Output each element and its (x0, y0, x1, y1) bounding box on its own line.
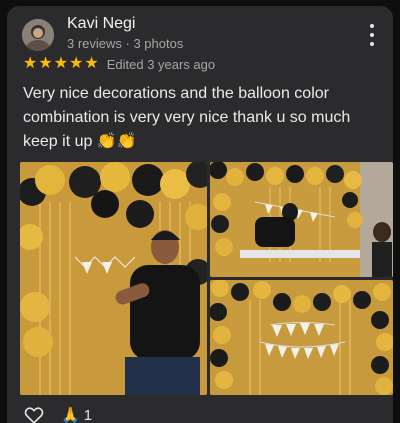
reaction-count: 1 (83, 406, 93, 423)
review-body: Very nice decorations and the balloon co… (23, 85, 351, 150)
review-photo-1[interactable] (20, 162, 207, 395)
review-photo-3[interactable] (210, 280, 393, 395)
review-photo-2[interactable] (210, 162, 393, 277)
review-photos (20, 162, 393, 395)
reviewer-meta: 3 reviews · 3 photos (67, 36, 184, 51)
star-rating: ★ ★ ★ ★ ★ (23, 56, 100, 72)
star-icon: ★ (84, 55, 99, 72)
reviewer-name[interactable]: Kavi Negi (67, 15, 135, 33)
review-text: Very nice decorations and the balloon co… (23, 82, 383, 154)
reaction-summary[interactable]: 🙏 1 (61, 406, 92, 423)
star-icon: ★ (69, 55, 84, 72)
heart-outline-icon[interactable] (23, 404, 45, 423)
more-options-icon[interactable] (367, 24, 377, 46)
star-icon: ★ (53, 55, 69, 72)
rating-row: ★ ★ ★ ★ ★ Edited 3 years ago (23, 54, 215, 74)
reviewer-avatar[interactable] (22, 19, 54, 51)
review-actions: 🙏 1 (23, 403, 92, 423)
clap-emoji: 👏👏 (96, 133, 137, 150)
star-icon: ★ (38, 55, 53, 72)
folded-hands-emoji: 🙏 (61, 407, 80, 423)
edited-timestamp: Edited 3 years ago (106, 56, 216, 72)
star-icon: ★ (23, 55, 38, 72)
review-card: Kavi Negi 3 reviews · 3 photos ★ ★ ★ ★ ★… (7, 6, 393, 423)
